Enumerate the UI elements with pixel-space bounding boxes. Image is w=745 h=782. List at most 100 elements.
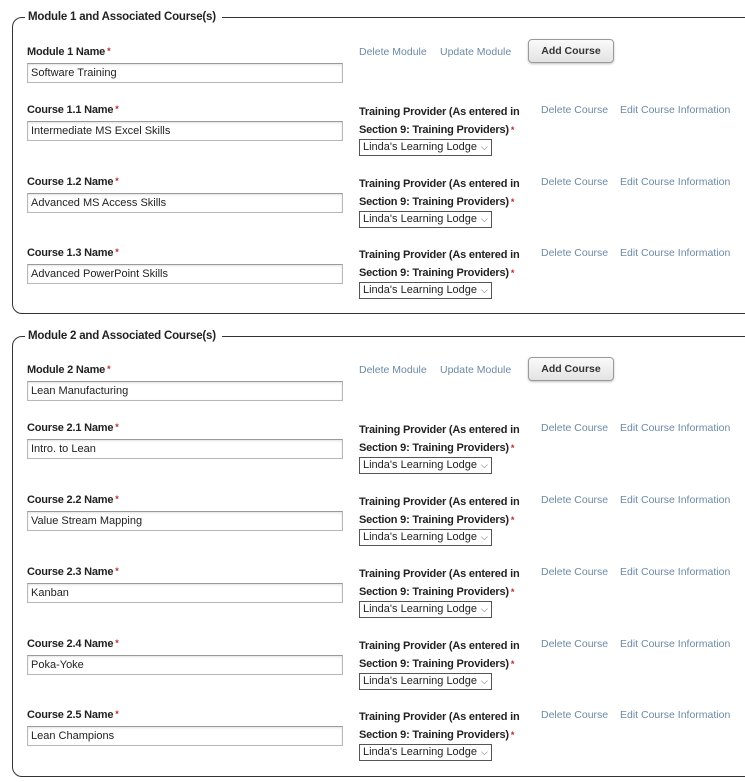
delete-module-link[interactable]: Delete Module xyxy=(359,46,427,58)
provider-label: Training Provider (As entered in Section… xyxy=(359,638,534,673)
course-name-input[interactable] xyxy=(27,726,343,746)
required-marker: * xyxy=(510,514,515,525)
required-marker: * xyxy=(510,729,515,740)
select-value: Linda's Learning Lodge xyxy=(363,213,478,225)
required-marker: * xyxy=(107,364,111,374)
required-marker: * xyxy=(115,709,119,719)
select-value: Linda's Learning Lodge xyxy=(363,459,478,471)
edit-course-link[interactable]: Edit Course Information xyxy=(620,104,730,116)
required-marker: * xyxy=(510,586,515,597)
course-name-input[interactable] xyxy=(27,583,343,603)
course-name-input[interactable] xyxy=(27,264,343,284)
required-marker: * xyxy=(115,176,119,186)
module-fieldset: Module 1 and Associated Course(s) Module… xyxy=(12,9,745,314)
chevron-down-icon: ⌵ xyxy=(481,747,488,757)
delete-module-link[interactable]: Delete Module xyxy=(359,364,427,376)
provider-label: Training Provider (As entered in Section… xyxy=(359,247,534,282)
label-text: Module 2 Name xyxy=(27,364,106,376)
label-text: Training Provider (As entered in Section… xyxy=(359,568,520,598)
label-text: Course 2.2 Name xyxy=(27,494,114,506)
delete-course-link[interactable]: Delete Course xyxy=(541,422,608,434)
provider-select[interactable]: Linda's Learning Lodge ⌵ xyxy=(359,139,492,156)
label-text: Course 2.3 Name xyxy=(27,566,114,578)
course-name-label: Course 1.2 Name * xyxy=(27,176,119,188)
course-name-input[interactable] xyxy=(27,511,343,531)
provider-label: Training Provider (As entered in Section… xyxy=(359,422,534,457)
label-text: Course 2.4 Name xyxy=(27,638,114,650)
delete-course-link[interactable]: Delete Course xyxy=(541,494,608,506)
course-name-label: Course 2.5 Name * xyxy=(27,709,119,721)
required-marker: * xyxy=(510,124,515,135)
required-marker: * xyxy=(115,494,119,504)
chevron-down-icon: ⌵ xyxy=(481,604,488,614)
select-value: Linda's Learning Lodge xyxy=(363,675,478,687)
required-marker: * xyxy=(115,247,119,257)
required-marker: * xyxy=(510,267,515,278)
update-module-link[interactable]: Update Module xyxy=(440,364,511,376)
course-name-input[interactable] xyxy=(27,121,343,141)
edit-course-link[interactable]: Edit Course Information xyxy=(620,247,730,259)
module-fieldset: Module 2 and Associated Course(s) Module… xyxy=(12,328,745,777)
course-name-label: Course 2.3 Name * xyxy=(27,566,119,578)
provider-label: Training Provider (As entered in Section… xyxy=(359,709,534,744)
label-text: Course 2.1 Name xyxy=(27,422,114,434)
label-text: Course 1.1 Name xyxy=(27,104,114,116)
course-name-input[interactable] xyxy=(27,193,343,213)
required-marker: * xyxy=(115,422,119,432)
chevron-down-icon: ⌵ xyxy=(481,285,488,295)
provider-select[interactable]: Linda's Learning Lodge ⌵ xyxy=(359,282,492,299)
delete-course-link[interactable]: Delete Course xyxy=(541,566,608,578)
required-marker: * xyxy=(115,104,119,114)
required-marker: * xyxy=(115,566,119,576)
course-name-input[interactable] xyxy=(27,439,343,459)
provider-select[interactable]: Linda's Learning Lodge ⌵ xyxy=(359,211,492,228)
add-course-button[interactable]: Add Course xyxy=(528,357,614,381)
required-marker: * xyxy=(115,638,119,648)
label-text: Training Provider (As entered in Section… xyxy=(359,249,520,279)
delete-course-link[interactable]: Delete Course xyxy=(541,709,608,721)
provider-select[interactable]: Linda's Learning Lodge ⌵ xyxy=(359,744,492,761)
provider-select[interactable]: Linda's Learning Lodge ⌵ xyxy=(359,457,492,474)
label-text: Training Provider (As entered in Section… xyxy=(359,178,520,208)
provider-select[interactable]: Linda's Learning Lodge ⌵ xyxy=(359,601,492,618)
module-name-label: Module 1 Name * xyxy=(27,46,111,58)
chevron-down-icon: ⌵ xyxy=(481,532,488,542)
edit-course-link[interactable]: Edit Course Information xyxy=(620,638,730,650)
course-name-label: Course 2.2 Name * xyxy=(27,494,119,506)
label-text: Training Provider (As entered in Section… xyxy=(359,496,520,526)
provider-select[interactable]: Linda's Learning Lodge ⌵ xyxy=(359,529,492,546)
required-marker: * xyxy=(510,196,515,207)
required-marker: * xyxy=(510,442,515,453)
module-name-input[interactable] xyxy=(27,381,343,401)
select-value: Linda's Learning Lodge xyxy=(363,284,478,296)
delete-course-link[interactable]: Delete Course xyxy=(541,638,608,650)
edit-course-link[interactable]: Edit Course Information xyxy=(620,709,730,721)
label-text: Training Provider (As entered in Section… xyxy=(359,711,520,741)
update-module-link[interactable]: Update Module xyxy=(440,46,511,58)
delete-course-link[interactable]: Delete Course xyxy=(541,247,608,259)
delete-course-link[interactable]: Delete Course xyxy=(541,176,608,188)
edit-course-link[interactable]: Edit Course Information xyxy=(620,566,730,578)
select-value: Linda's Learning Lodge xyxy=(363,746,478,758)
chevron-down-icon: ⌵ xyxy=(481,214,488,224)
course-name-label: Course 1.1 Name * xyxy=(27,104,119,116)
select-value: Linda's Learning Lodge xyxy=(363,531,478,543)
add-course-button[interactable]: Add Course xyxy=(528,39,614,63)
edit-course-link[interactable]: Edit Course Information xyxy=(620,494,730,506)
delete-course-link[interactable]: Delete Course xyxy=(541,104,608,116)
label-text: Course 1.2 Name xyxy=(27,176,114,188)
chevron-down-icon: ⌵ xyxy=(481,676,488,686)
course-name-label: Course 2.4 Name * xyxy=(27,638,119,650)
label-text: Training Provider (As entered in Section… xyxy=(359,640,520,670)
module-legend: Module 1 and Associated Course(s) xyxy=(25,9,222,25)
course-name-input[interactable] xyxy=(27,655,343,675)
label-text: Course 1.3 Name xyxy=(27,247,114,259)
edit-course-link[interactable]: Edit Course Information xyxy=(620,422,730,434)
provider-label: Training Provider (As entered in Section… xyxy=(359,176,534,211)
edit-course-link[interactable]: Edit Course Information xyxy=(620,176,730,188)
required-marker: * xyxy=(107,46,111,56)
provider-select[interactable]: Linda's Learning Lodge ⌵ xyxy=(359,673,492,690)
select-value: Linda's Learning Lodge xyxy=(363,141,478,153)
chevron-down-icon: ⌵ xyxy=(481,142,488,152)
module-name-input[interactable] xyxy=(27,63,343,83)
